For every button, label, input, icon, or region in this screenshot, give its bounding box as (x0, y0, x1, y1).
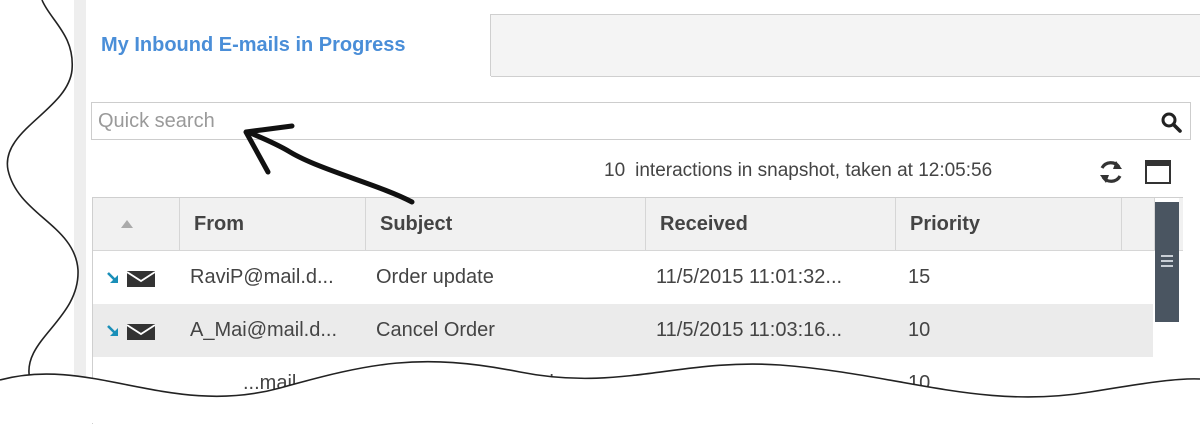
column-header-extra (1122, 198, 1155, 250)
inbound-email-icon (107, 324, 156, 340)
workspace-panel: My Inbound E-mails in Progress 10 interac… (0, 0, 1200, 424)
tab-strip: My Inbound E-mails in Progress (86, 14, 1200, 77)
quick-search-input[interactable] (98, 109, 1138, 133)
snapshot-text: interactions in snapshot, taken at 12:05… (635, 160, 993, 181)
sort-ascending-icon (121, 220, 133, 228)
cell-priority: 10 (908, 372, 931, 394)
cell-priority: 15 (908, 266, 931, 288)
cell-subject: Order update (376, 266, 494, 288)
grid-header: From Subject Received Priority (93, 198, 1183, 251)
tab-label: My Inbound E-mails in Progress (101, 34, 406, 56)
cell-subject: Add items to my order (376, 372, 572, 394)
cell-priority: 10 (908, 319, 931, 341)
cell-received: 11/5/2015 11:03:16... (656, 319, 843, 341)
magnifier-icon[interactable] (1160, 111, 1182, 133)
panel-gutter (74, 0, 86, 423)
column-header-subject[interactable]: Subject (366, 198, 646, 250)
grid-scrollbar[interactable] (1155, 198, 1179, 424)
table-row[interactable]: RaviP@mail.d... Order update 11/5/2015 1… (93, 251, 1153, 304)
column-header-received[interactable]: Received (646, 198, 896, 250)
interactions-grid: From Subject Received Priority RaviP@mai… (92, 197, 1183, 424)
scrollbar-thumb[interactable] (1155, 202, 1179, 322)
grip-icon (1161, 255, 1173, 267)
snapshot-info: 10 interactions in snapshot, taken at 12:… (604, 160, 992, 186)
quick-search-box (91, 102, 1191, 140)
inbound-emails-view: My Inbound E-mails in Progress 10 interac… (86, 0, 1200, 424)
cell-subject: Cancel Order (376, 319, 495, 341)
snapshot-count: 10 (604, 160, 626, 181)
cell-from: ...mail.... (243, 372, 319, 394)
cell-from: A_Mai@mail.d... (190, 319, 338, 341)
tab-strip-fill (491, 14, 1200, 77)
table-row[interactable]: ...mail.... Add items to my order 11... … (93, 357, 1153, 410)
tab-my-inbound-emails[interactable]: My Inbound E-mails in Progress (86, 14, 491, 76)
cell-received: 11... (666, 372, 704, 394)
window-icon[interactable] (1144, 158, 1172, 186)
cell-received: 11/5/2015 11:01:32... (656, 266, 843, 288)
column-header-priority[interactable]: Priority (896, 198, 1122, 250)
cell-from: RaviP@mail.d... (190, 266, 334, 288)
left-rail (0, 0, 75, 423)
stage: My Inbound E-mails in Progress 10 interac… (0, 0, 1200, 424)
column-header-from[interactable]: From (180, 198, 366, 250)
inbound-email-icon (107, 271, 156, 287)
table-row[interactable]: A_Mai@mail.d... Cancel Order 11/5/2015 1… (93, 304, 1153, 357)
refresh-icon[interactable] (1096, 157, 1126, 187)
column-header-type[interactable] (93, 198, 180, 250)
